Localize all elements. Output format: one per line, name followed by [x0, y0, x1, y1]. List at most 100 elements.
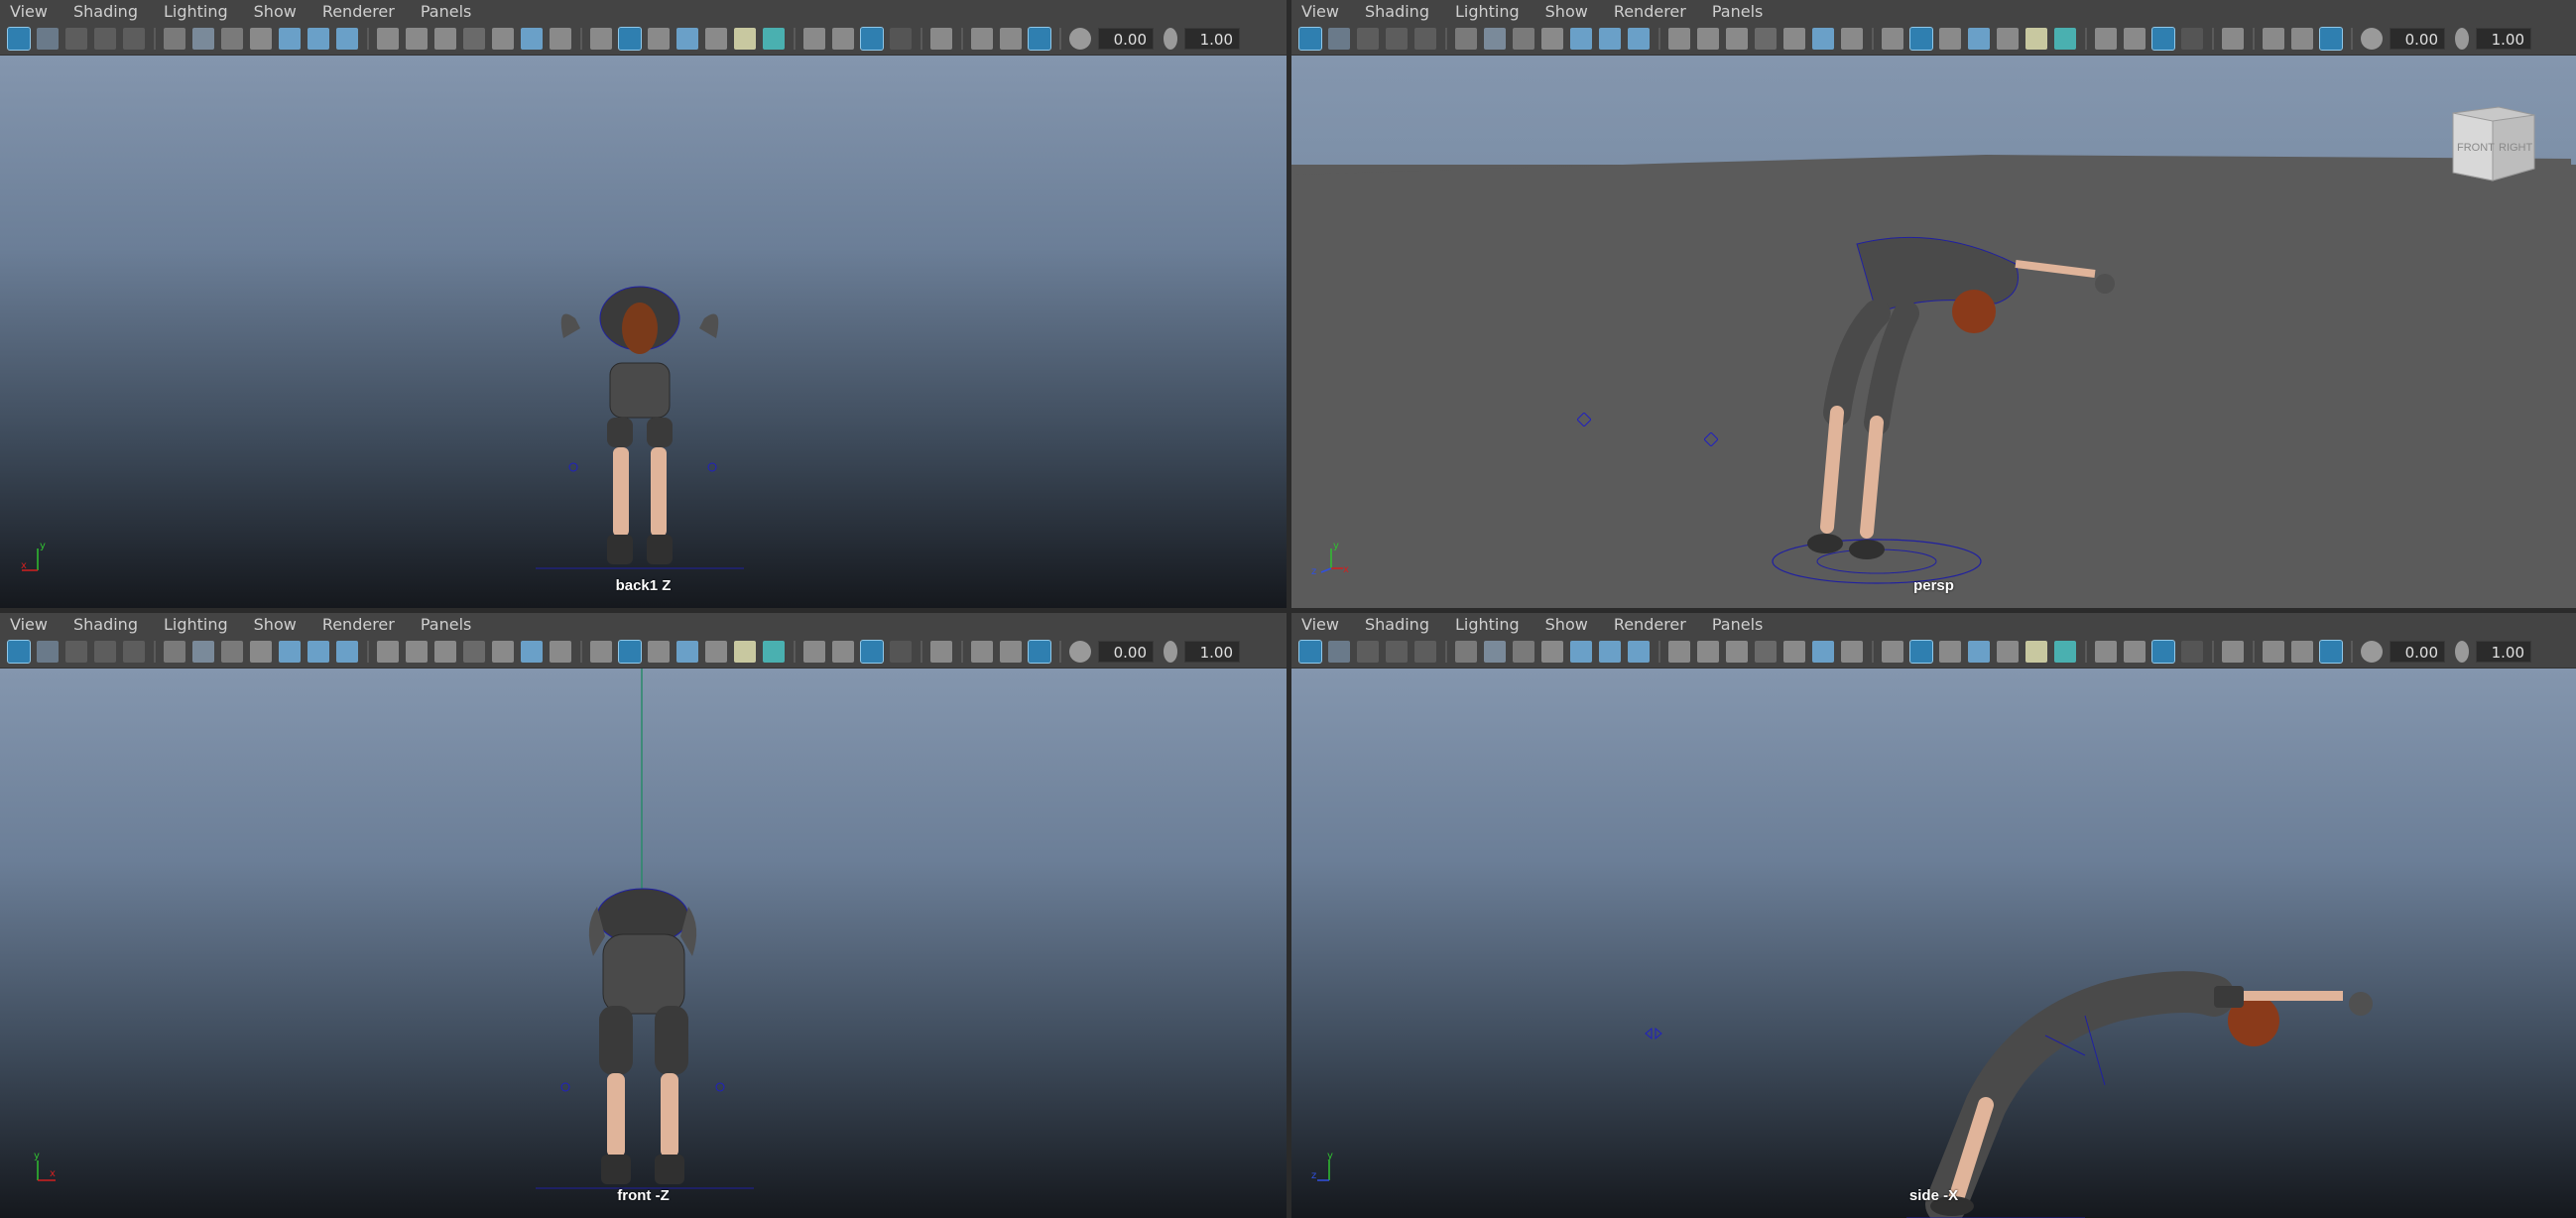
film-gate-icon[interactable]	[406, 640, 428, 663]
menu-renderer[interactable]: Renderer	[322, 615, 395, 634]
locator-icon[interactable]	[1644, 1028, 1663, 1039]
safe-action-icon[interactable]	[1812, 27, 1834, 50]
wireframe-on-shaded-icon[interactable]	[648, 640, 670, 663]
menu-renderer[interactable]: Renderer	[322, 2, 395, 21]
menu-view[interactable]: View	[10, 615, 48, 634]
pencil-icon[interactable]	[336, 27, 358, 50]
menu-view[interactable]: View	[10, 2, 48, 21]
motion-blur-icon[interactable]	[2124, 27, 2146, 50]
xray-joints-icon[interactable]	[1000, 27, 1022, 50]
resolution-gate-icon[interactable]	[1726, 640, 1748, 663]
menu-show[interactable]: Show	[254, 615, 297, 634]
xray-active-icon[interactable]	[1028, 26, 1051, 51]
wireframe-icon[interactable]	[1882, 640, 1903, 663]
view-cube-right-label[interactable]: RIGHT	[2499, 142, 2533, 154]
camera-select-icon[interactable]	[7, 26, 31, 51]
film-gate-icon[interactable]	[1697, 27, 1719, 50]
bookmark-icon[interactable]	[65, 27, 87, 50]
textured-icon[interactable]	[676, 27, 698, 50]
camera-icon[interactable]	[164, 27, 185, 50]
view-cube-front-label[interactable]: FRONT	[2457, 142, 2495, 154]
smooth-shade-icon[interactable]	[1909, 639, 1933, 664]
menu-shading[interactable]: Shading	[73, 2, 138, 21]
menu-panels[interactable]: Panels	[1712, 2, 1764, 21]
gate-mask-icon[interactable]	[463, 640, 485, 663]
checker-icon[interactable]	[1997, 640, 2019, 663]
menu-show[interactable]: Show	[254, 2, 297, 21]
depth-of-field-icon[interactable]	[2181, 27, 2203, 50]
grease-pencil-icon[interactable]	[1414, 640, 1436, 663]
gamma-field[interactable]: 1.00	[2476, 27, 2531, 50]
field-chart-icon[interactable]	[1783, 640, 1805, 663]
field-chart-icon[interactable]	[492, 640, 514, 663]
checker-icon[interactable]	[705, 640, 727, 663]
bookmark-icon[interactable]	[1541, 640, 1563, 663]
ambient-occlusion-icon[interactable]	[803, 640, 825, 663]
grease-pencil-icon[interactable]	[123, 27, 145, 50]
wireframe-icon[interactable]	[590, 27, 612, 50]
viewport-side[interactable]: y z side -X	[1291, 669, 2576, 1218]
menu-show[interactable]: Show	[1545, 2, 1588, 21]
xray-active-icon[interactable]	[2319, 639, 2343, 664]
camera-attributes-icon[interactable]	[1328, 640, 1350, 663]
pan-zoom-icon[interactable]	[1570, 640, 1592, 663]
safe-title-icon[interactable]	[1841, 27, 1863, 50]
smooth-shade-icon[interactable]	[618, 26, 642, 51]
gate-mask-icon[interactable]	[1755, 640, 1777, 663]
viewport-back[interactable]: x y back1 Z	[0, 56, 1287, 608]
isolate-select-icon[interactable]	[2222, 27, 2244, 50]
ambient-occlusion-icon[interactable]	[803, 27, 825, 50]
bookmark-icon[interactable]	[65, 640, 87, 663]
bookmark-icon[interactable]	[1357, 27, 1379, 50]
motion-blur-icon[interactable]	[832, 27, 854, 50]
shadows-icon[interactable]	[2054, 27, 2076, 50]
isolate-select-icon[interactable]	[930, 27, 952, 50]
pencil-icon[interactable]	[336, 640, 358, 663]
pan-zoom-icon[interactable]	[1570, 27, 1592, 50]
pane-splitter-vertical[interactable]	[1287, 0, 1291, 1218]
menu-view[interactable]: View	[1301, 2, 1339, 21]
resolution-gate-icon[interactable]	[434, 640, 456, 663]
anti-aliasing-icon[interactable]	[2151, 26, 2175, 51]
viewport-persp[interactable]: FRONT RIGHT y x z persp	[1291, 56, 2576, 608]
grease-pencil-icon[interactable]	[1414, 27, 1436, 50]
smooth-shade-icon[interactable]	[618, 639, 642, 664]
menu-renderer[interactable]: Renderer	[1614, 615, 1686, 634]
camera-icon[interactable]	[164, 640, 185, 663]
grid-icon[interactable]	[1668, 27, 1690, 50]
safe-title-icon[interactable]	[1841, 640, 1863, 663]
safe-action-icon[interactable]	[521, 640, 543, 663]
menu-shading[interactable]: Shading	[1365, 2, 1429, 21]
view-cube[interactable]: FRONT RIGHT	[2447, 103, 2538, 184]
anti-aliasing-icon[interactable]	[860, 26, 884, 51]
character-front-view[interactable]	[536, 857, 754, 1214]
field-chart-icon[interactable]	[492, 27, 514, 50]
gate-mask-icon[interactable]	[1755, 27, 1777, 50]
lights-icon[interactable]	[2025, 27, 2047, 50]
motion-trail-icon[interactable]	[307, 27, 329, 50]
cam-sequence-icon[interactable]	[1513, 640, 1534, 663]
xray-joints-icon[interactable]	[2291, 27, 2313, 50]
resolution-gate-icon[interactable]	[1726, 27, 1748, 50]
wireframe-on-shaded-icon[interactable]	[1939, 640, 1961, 663]
bookmark-icon[interactable]	[250, 27, 272, 50]
image-plane-icon[interactable]	[94, 27, 116, 50]
menu-renderer[interactable]: Renderer	[1614, 2, 1686, 21]
camera-select-icon[interactable]	[1298, 639, 1322, 664]
safe-action-icon[interactable]	[521, 27, 543, 50]
camera-attributes-icon[interactable]	[37, 27, 59, 50]
xray-icon[interactable]	[971, 640, 993, 663]
gate-mask-icon[interactable]	[463, 27, 485, 50]
motion-trail-icon[interactable]	[307, 640, 329, 663]
anti-aliasing-icon[interactable]	[860, 639, 884, 664]
menu-view[interactable]: View	[1301, 615, 1339, 634]
menu-shading[interactable]: Shading	[1365, 615, 1429, 634]
lights-icon[interactable]	[2025, 640, 2047, 663]
cam-sequence-icon[interactable]	[1513, 27, 1534, 50]
textured-icon[interactable]	[1968, 27, 1990, 50]
image-plane-icon[interactable]	[1386, 640, 1408, 663]
camera-tools-icon[interactable]	[192, 640, 214, 663]
xray-icon[interactable]	[971, 27, 993, 50]
menu-lighting[interactable]: Lighting	[1455, 615, 1520, 634]
gamma-field[interactable]: 1.00	[1184, 27, 1240, 50]
